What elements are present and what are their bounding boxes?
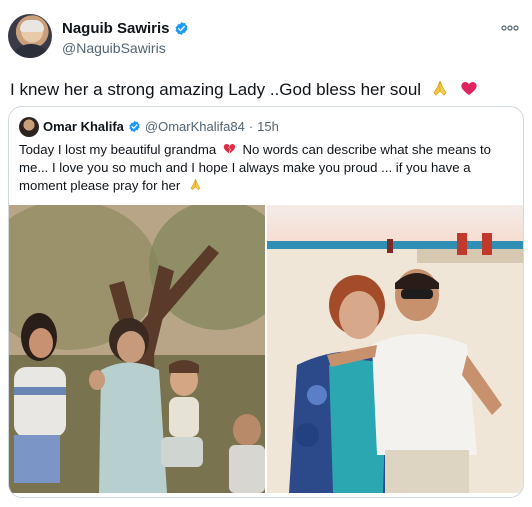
quoted-separator: ·: [248, 119, 254, 134]
more-dots-icon[interactable]: [500, 22, 520, 34]
vintage-family-photo: [9, 205, 265, 493]
pray-emoji: [190, 179, 201, 191]
author-display-name[interactable]: Naguib Sawiris: [62, 20, 170, 37]
verified-badge-icon: [129, 120, 140, 133]
quoted-handle[interactable]: @OmarKhalifa84: [145, 119, 245, 134]
quoted-timestamp[interactable]: 15h: [257, 119, 279, 134]
tweet-body: I knew her a strong amazing Lady ..God b…: [10, 80, 422, 99]
tweet-card: Naguib Sawiris @NaguibSawiris I knew her…: [0, 0, 532, 507]
red-heart-emoji: [460, 81, 477, 95]
quoted-display-name[interactable]: Omar Khalifa: [43, 119, 124, 134]
broken-heart-emoji: [223, 143, 235, 154]
author-name-row: Naguib Sawiris: [62, 20, 189, 37]
verified-badge-icon: [175, 21, 187, 36]
author-avatar[interactable]: [8, 14, 52, 58]
quoted-tweet[interactable]: Omar Khalifa @OmarKhalifa84 · 15h Today …: [8, 106, 524, 498]
quoted-photo-2[interactable]: [267, 205, 523, 493]
pray-emoji: [433, 80, 447, 96]
quoted-photo-1[interactable]: [9, 205, 265, 493]
author-handle[interactable]: @NaguibSawiris: [62, 40, 166, 56]
quoted-author-avatar[interactable]: [19, 117, 39, 137]
beach-portrait-photo: [267, 205, 523, 493]
quoted-header: Omar Khalifa @OmarKhalifa84 · 15h: [43, 119, 279, 134]
quoted-text-part1: Today I lost my beautiful grandma: [19, 142, 217, 157]
tweet-text: I knew her a strong amazing Lady ..God b…: [10, 78, 479, 100]
quoted-text: Today I lost my beautiful grandma No wor…: [19, 141, 515, 195]
